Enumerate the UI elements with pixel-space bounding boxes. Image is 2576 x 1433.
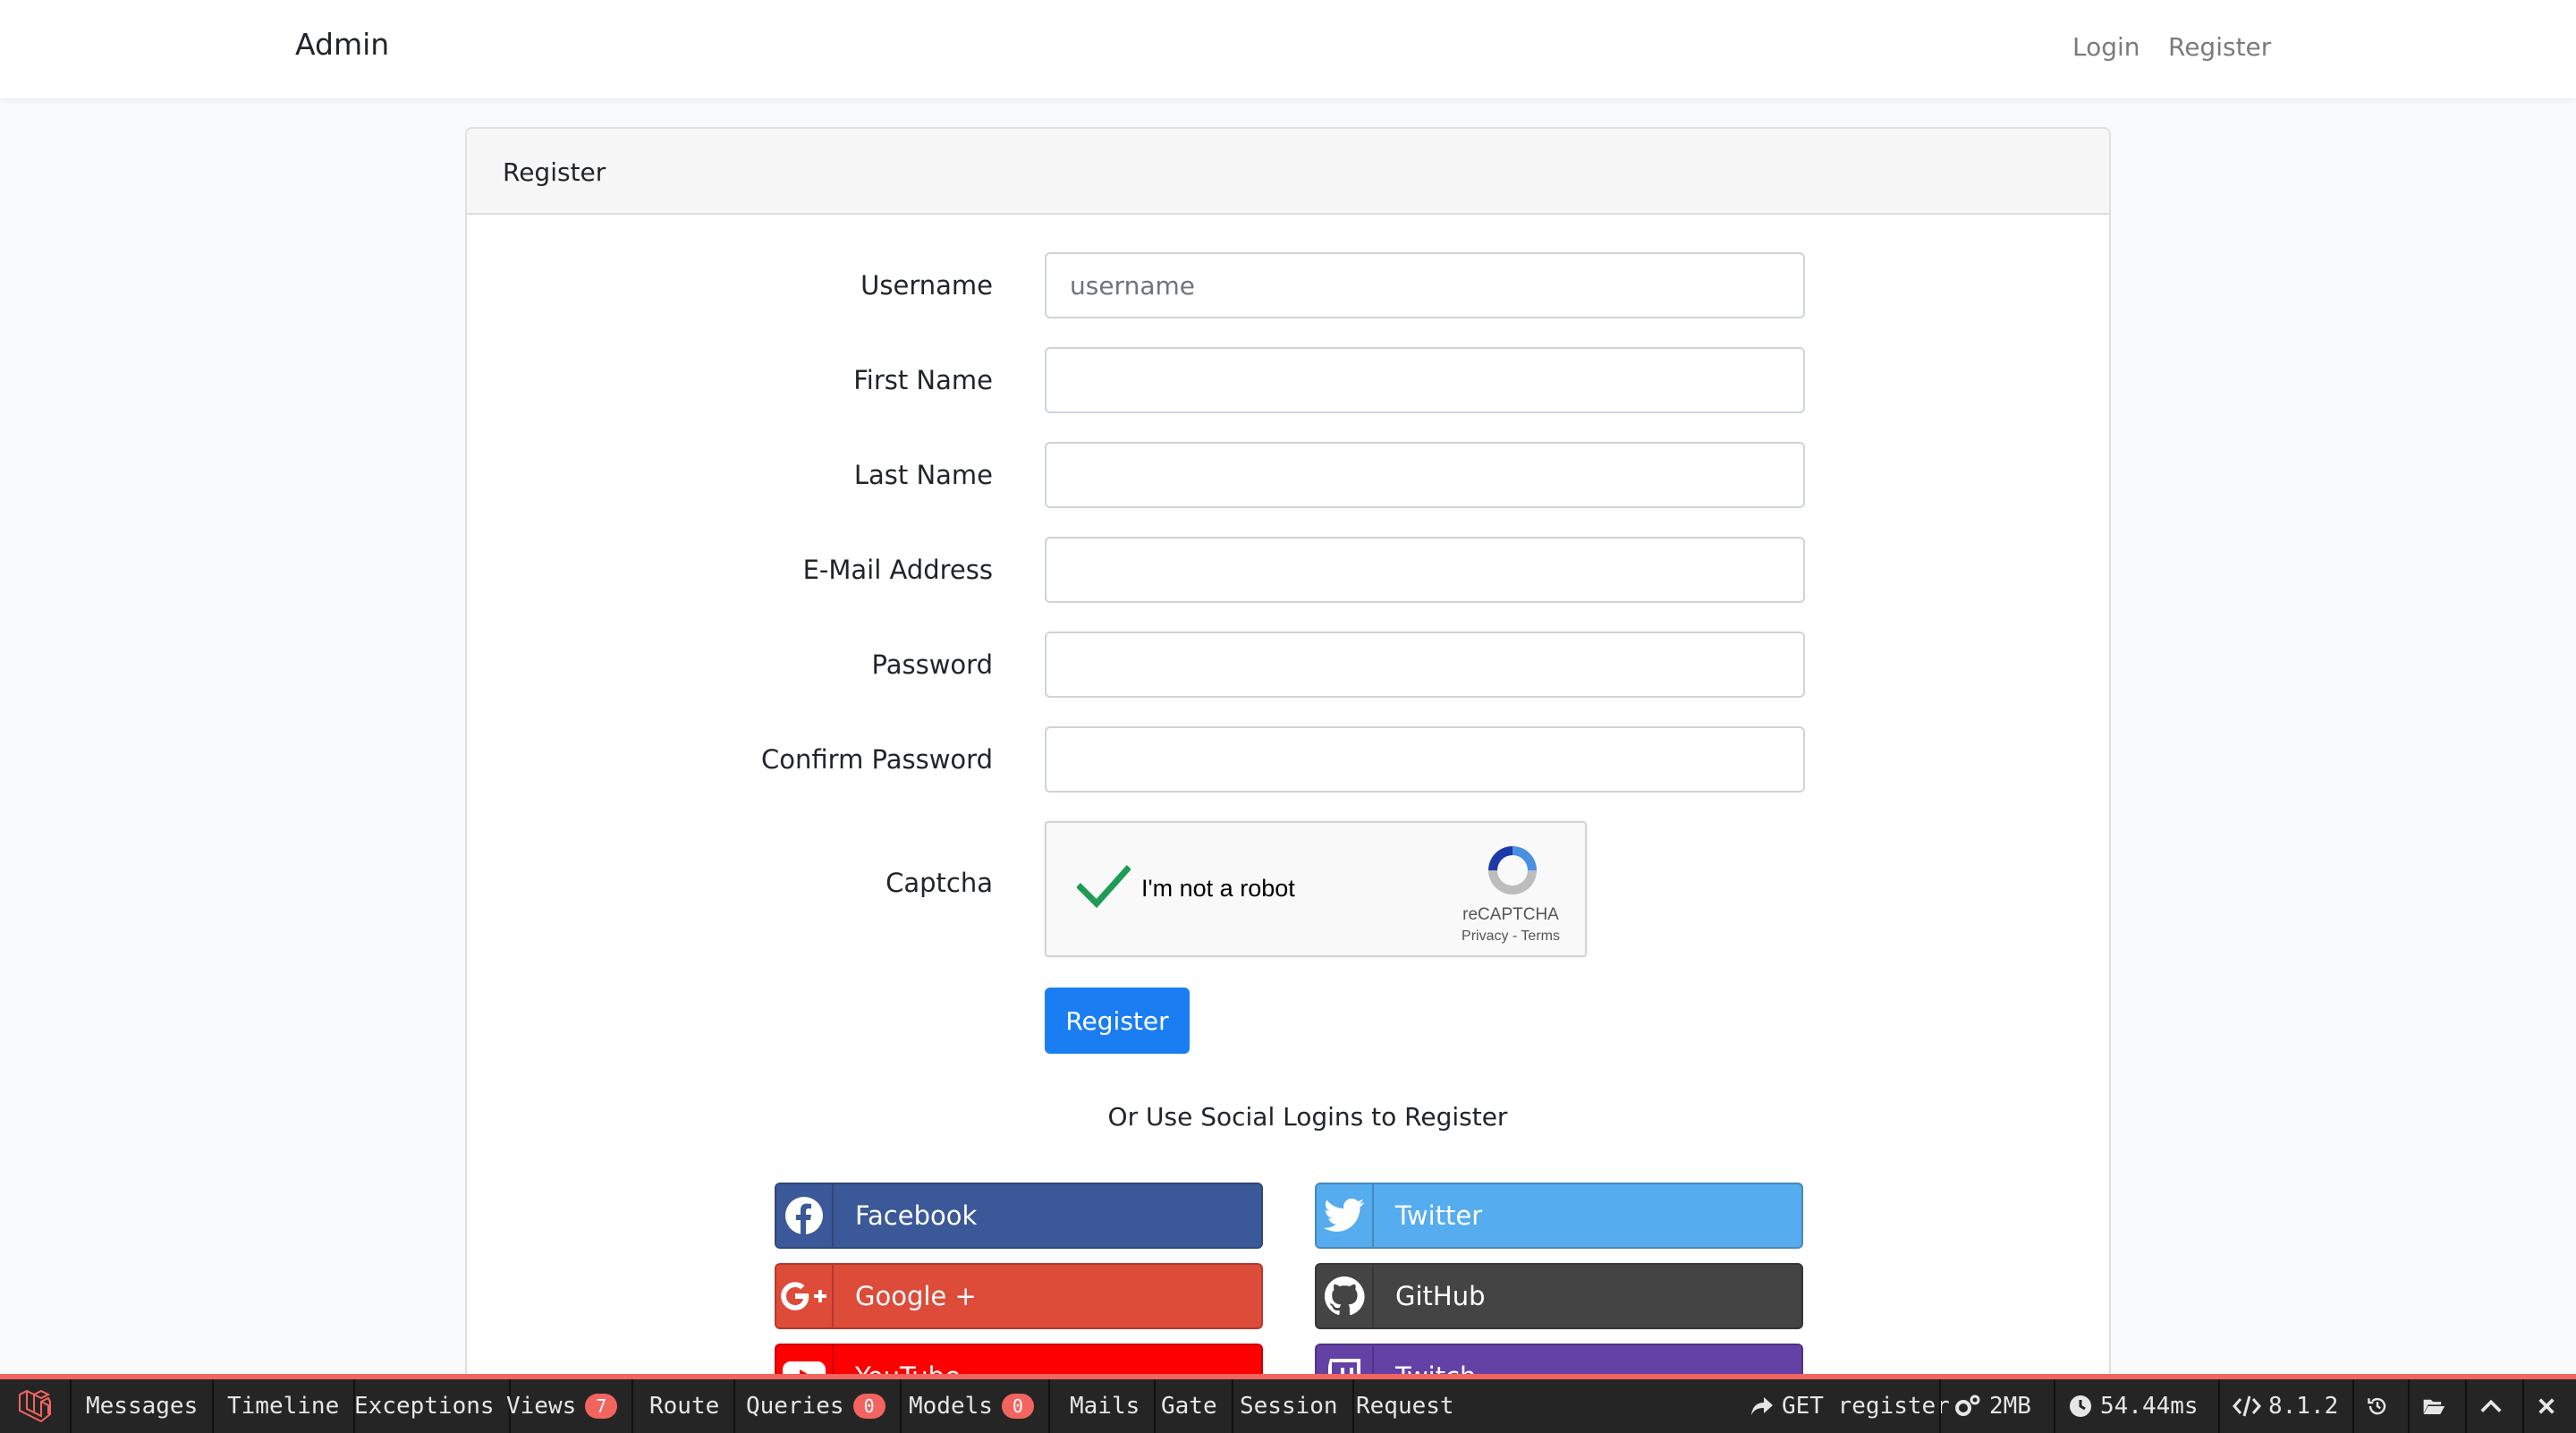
clock-icon	[2070, 1395, 2091, 1417]
code-icon	[2233, 1395, 2261, 1417]
facebook-icon	[776, 1184, 834, 1247]
debugbar-models-label: Models	[909, 1393, 993, 1420]
debugbar-tab-route[interactable]: Route	[635, 1379, 736, 1433]
facebook-login-button[interactable]: Facebook	[775, 1183, 1263, 1249]
register-card: Register Username First Name Last Name E…	[465, 127, 2111, 1433]
maximize-button[interactable]	[2465, 1379, 2522, 1433]
first-name-input[interactable]	[1045, 347, 1805, 413]
debugbar-request-label: Request	[1356, 1393, 1454, 1420]
recaptcha-widget[interactable]: I'm not a robot reCAPTCHA Privacy - Term…	[1045, 821, 1587, 957]
open-folder-button[interactable]	[2408, 1379, 2465, 1433]
last-name-label: Last Name	[853, 460, 993, 490]
debugbar-views-label: Views	[506, 1393, 577, 1420]
google-plus-icon	[776, 1265, 834, 1327]
card-header: Register	[467, 129, 2109, 215]
views-count-badge: 7	[585, 1394, 618, 1419]
last-name-input[interactable]	[1045, 442, 1805, 508]
gears-icon	[1955, 1395, 1980, 1416]
confirm-password-label: Confirm Password	[761, 744, 993, 775]
close-icon	[2538, 1398, 2555, 1414]
twitter-login-button[interactable]: Twitter	[1315, 1183, 1803, 1249]
social-heading: Or Use Social Logins to Register	[1107, 1102, 1508, 1132]
username-row: Username	[467, 252, 2109, 318]
debugbar-messages-label: Messages	[86, 1393, 199, 1420]
laravel-debugbar: Messages Timeline Exceptions Views 7 Rout…	[0, 1374, 2576, 1433]
register-button[interactable]: Register	[1045, 988, 1190, 1054]
password-input[interactable]	[1045, 632, 1805, 698]
chevron-up-icon	[2480, 1399, 2502, 1412]
twitter-label: Twitter	[1395, 1200, 1483, 1231]
brand-link[interactable]: Admin	[295, 27, 389, 62]
nav-login-link[interactable]: Login	[2072, 32, 2140, 62]
email-row: E-Mail Address	[467, 537, 2109, 603]
debugbar-memory[interactable]: 2MB	[1939, 1379, 2044, 1433]
captcha-brand: reCAPTCHA	[1462, 905, 1559, 924]
debugbar-tab-request[interactable]: Request	[1342, 1379, 1469, 1433]
last-name-row: Last Name	[467, 442, 2109, 508]
debugbar-exceptions-label: Exceptions	[354, 1393, 495, 1420]
github-label: GitHub	[1395, 1281, 1486, 1311]
captcha-privacy-terms[interactable]: Privacy - Terms	[1435, 928, 1587, 945]
debugbar-gate-label: Gate	[1161, 1393, 1217, 1420]
captcha-text: I'm not a robot	[1141, 875, 1295, 902]
confirm-password-row: Confirm Password	[467, 726, 2109, 793]
debugbar-tab-mails[interactable]: Mails	[1055, 1379, 1157, 1433]
time-text: 54.44ms	[2100, 1393, 2199, 1420]
first-name-row: First Name	[467, 347, 2109, 413]
nav-register-link[interactable]: Register	[2168, 32, 2271, 62]
debugbar-tab-models[interactable]: Models 0	[894, 1379, 1050, 1433]
debugbar-queries-label: Queries	[746, 1393, 844, 1420]
debugbar-tab-exceptions[interactable]: Exceptions	[340, 1379, 511, 1433]
debugbar-tab-views[interactable]: Views 7	[492, 1379, 634, 1433]
memory-text: 2MB	[1989, 1393, 2031, 1420]
debugbar-route-info[interactable]: GET register	[1737, 1379, 1962, 1433]
share-arrow-icon	[1751, 1397, 1773, 1415]
password-row: Password	[467, 632, 2109, 698]
laravel-logo-icon[interactable]	[0, 1379, 72, 1433]
confirm-password-input[interactable]	[1045, 726, 1805, 793]
twitter-icon	[1317, 1184, 1374, 1247]
close-debugbar-button[interactable]	[2522, 1379, 2576, 1433]
debugbar-tab-messages[interactable]: Messages	[72, 1379, 215, 1433]
debugbar-tab-session[interactable]: Session	[1225, 1379, 1354, 1433]
recaptcha-logo-icon	[1488, 846, 1537, 895]
captcha-label: Captcha	[886, 868, 993, 898]
debugbar-tab-timeline[interactable]: Timeline	[213, 1379, 356, 1433]
history-button[interactable]	[2352, 1379, 2408, 1433]
php-version-text: 8.1.2	[2268, 1393, 2339, 1420]
debugbar-timeline-label: Timeline	[227, 1393, 340, 1420]
github-login-button[interactable]: GitHub	[1315, 1263, 1803, 1329]
history-icon	[2368, 1397, 2386, 1415]
facebook-label: Facebook	[855, 1200, 978, 1231]
email-label: E-Mail Address	[802, 555, 993, 585]
username-input[interactable]	[1045, 252, 1805, 318]
debugbar-tab-gate[interactable]: Gate	[1147, 1379, 1233, 1433]
models-count-badge: 0	[1001, 1394, 1034, 1419]
queries-count-badge: 0	[852, 1394, 886, 1419]
debugbar-route-label: Route	[649, 1393, 720, 1420]
first-name-label: First Name	[853, 365, 993, 395]
email-input[interactable]	[1045, 537, 1805, 603]
username-label: Username	[860, 270, 993, 301]
debugbar-php-version[interactable]: 8.1.2	[2218, 1379, 2351, 1433]
password-label: Password	[871, 649, 993, 680]
google-label: Google +	[855, 1281, 977, 1311]
top-navbar: Admin Login Register	[0, 0, 2576, 98]
folder-open-icon	[2423, 1399, 2445, 1414]
debugbar-mails-label: Mails	[1070, 1393, 1140, 1420]
debugbar-time[interactable]: 54.44ms	[2054, 1379, 2211, 1433]
github-icon	[1317, 1265, 1374, 1327]
route-info-text: GET register	[1782, 1393, 1950, 1420]
debugbar-tab-queries[interactable]: Queries 0	[732, 1379, 902, 1433]
google-login-button[interactable]: Google +	[775, 1263, 1263, 1329]
checkmark-icon[interactable]	[1077, 864, 1131, 909]
debugbar-session-label: Session	[1240, 1393, 1338, 1420]
